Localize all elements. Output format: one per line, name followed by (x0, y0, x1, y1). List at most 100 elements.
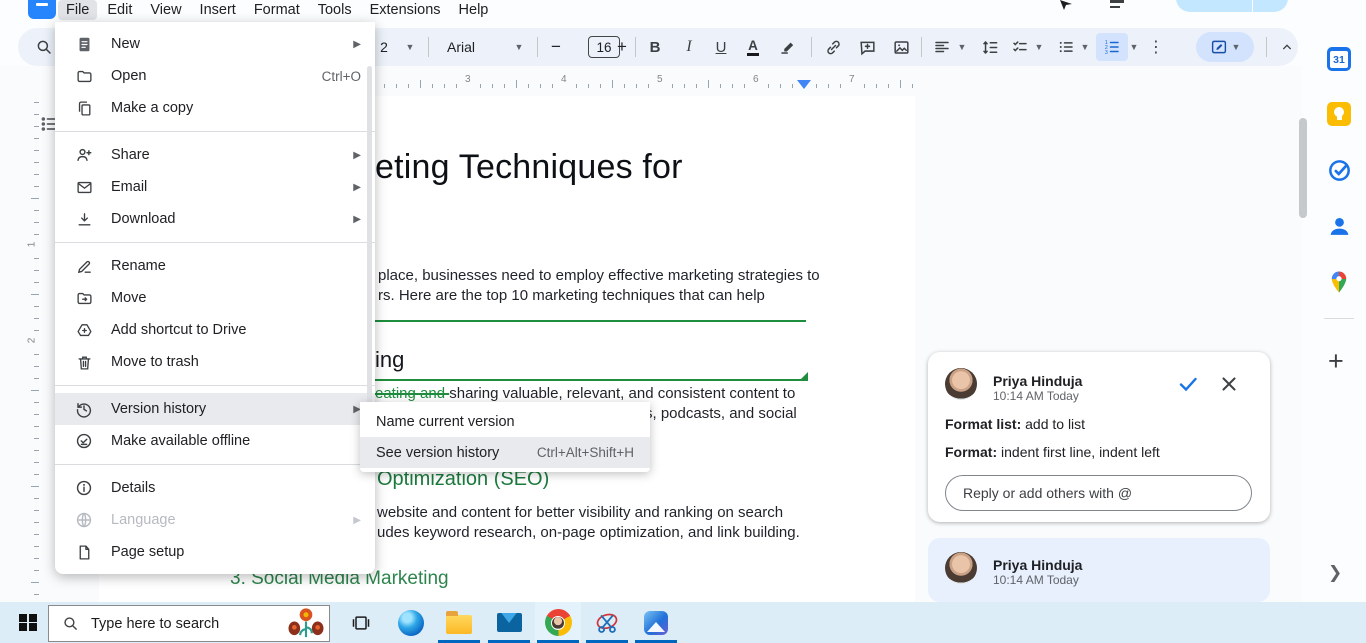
decrease-font-icon[interactable]: − (546, 28, 566, 66)
maps-icon[interactable] (1326, 269, 1352, 295)
menu-help[interactable]: Help (451, 0, 497, 20)
resolve-check-icon[interactable] (1176, 372, 1200, 396)
share-button[interactable] (1176, 0, 1288, 12)
menu-edit[interactable]: Edit (99, 0, 140, 20)
calendar-icon[interactable]: 31 (1326, 46, 1352, 72)
photos-icon[interactable] (633, 602, 679, 643)
version-history-icon (75, 400, 93, 418)
doc-heading1[interactable]: ing (375, 347, 404, 373)
bullet-list-icon[interactable] (1054, 28, 1078, 66)
font-select[interactable]: Arial (447, 28, 487, 66)
menu-bar: File Edit View Insert Format Tools Exten… (58, 0, 496, 20)
comment-card[interactable]: Priya Hinduja 10:14 AM Today (928, 538, 1270, 602)
numbered-list-icon[interactable]: 123 (1100, 28, 1124, 66)
clock-history-icon[interactable] (1110, 0, 1124, 11)
italic-icon[interactable]: I (678, 28, 700, 66)
more-icon[interactable]: ⋮ (1148, 28, 1164, 66)
menu-item-rename[interactable]: Rename (55, 250, 375, 282)
person-add-icon (75, 146, 93, 164)
highlight-icon[interactable] (776, 28, 800, 66)
file-explorer-icon[interactable] (436, 602, 482, 643)
edge-icon[interactable] (388, 602, 434, 643)
docs-logo-icon[interactable] (28, 0, 56, 19)
contacts-icon[interactable] (1326, 213, 1352, 239)
increase-font-icon[interactable]: + (612, 28, 632, 66)
insert-image-icon[interactable] (888, 28, 914, 66)
link-icon[interactable] (820, 28, 846, 66)
checklist-icon[interactable] (1008, 28, 1032, 66)
chevron-down-icon[interactable]: ▼ (1079, 28, 1091, 66)
line-spacing-icon[interactable] (976, 28, 1002, 66)
menu-item-version-history[interactable]: Version history ▶ (55, 393, 375, 425)
bold-icon[interactable]: B (644, 28, 666, 66)
ruler-tick (540, 84, 541, 88)
add-comment-icon[interactable] (854, 28, 880, 66)
suggestion-border-line (375, 379, 806, 381)
editing-mode-button[interactable]: ▼ (1196, 32, 1254, 62)
doc-paragraph[interactable]: udes keyword research, on-page optimizat… (377, 523, 800, 543)
align-icon[interactable] (930, 28, 954, 66)
doc-paragraph[interactable]: eating and sharing valuable, relevant, a… (375, 384, 795, 404)
menu-file[interactable]: File (58, 0, 98, 20)
chevron-down-icon[interactable]: ▼ (1033, 28, 1045, 66)
ruler-tick (600, 84, 601, 88)
menu-item-details[interactable]: Details (55, 472, 375, 504)
doc-paragraph[interactable]: rs. Here are the top 10 marketing techni… (378, 286, 765, 306)
menu-item-new[interactable]: New ▶ (55, 28, 375, 60)
ruler-tick (34, 402, 39, 403)
menu-view[interactable]: View (142, 0, 189, 20)
screen: eting Techniques for place, businesses n… (0, 0, 1366, 643)
menu-item-share[interactable]: Share ▶ (55, 139, 375, 171)
ruler-tick (34, 594, 39, 595)
menu-item-make-a-copy[interactable]: Make a copy (55, 92, 375, 124)
indent-marker[interactable] (797, 80, 811, 89)
chevron-right-icon[interactable]: ❯ (1328, 563, 1342, 583)
start-button[interactable] (8, 602, 48, 643)
doc-paragraph[interactable]: place, businesses need to employ effecti… (378, 266, 820, 286)
close-icon[interactable] (1218, 373, 1240, 395)
menu-tools[interactable]: Tools (310, 0, 360, 20)
chevron-down-icon[interactable]: ▼ (1232, 42, 1241, 52)
suggestion-border-line (375, 320, 806, 322)
menu-item-make-available-offline[interactable]: Make available offline (55, 425, 375, 457)
comment-card[interactable]: Priya Hinduja 10:14 AM Today Format list… (928, 352, 1270, 522)
snipping-tool-icon[interactable] (584, 602, 630, 643)
svg-text:3: 3 (1105, 50, 1108, 56)
menu-item-open[interactable]: Open Ctrl+O (55, 60, 375, 92)
chevron-down-icon[interactable]: ▼ (1128, 28, 1140, 66)
menu-format[interactable]: Format (246, 0, 308, 20)
menu-item-move-to-trash[interactable]: Move to trash (55, 346, 375, 378)
drive-shortcut-icon (75, 321, 93, 339)
menu-item-add-shortcut-to-drive[interactable]: Add shortcut to Drive (55, 314, 375, 346)
menu-item-email[interactable]: Email ▶ (55, 171, 375, 203)
menu-item-move[interactable]: Move (55, 282, 375, 314)
reply-input[interactable]: Reply or add others with @ (945, 475, 1252, 511)
chevron-down-icon[interactable]: ▼ (513, 28, 525, 66)
mail-icon[interactable] (486, 602, 532, 643)
doc-title[interactable]: eting Techniques for (375, 148, 683, 187)
ruler-tick (34, 522, 39, 523)
doc-paragraph[interactable]: website and content for better visibilit… (377, 503, 783, 523)
document-scrollbar[interactable] (1299, 118, 1307, 218)
chevron-down-icon[interactable]: ▼ (404, 28, 416, 66)
task-view-button[interactable] (338, 602, 384, 643)
menu-item-page-setup[interactable]: Page setup (55, 536, 375, 568)
text-color-icon[interactable]: A (742, 28, 764, 66)
taskbar-search[interactable]: Type here to search (48, 605, 330, 642)
chrome-icon[interactable] (535, 602, 581, 643)
menu-item-download[interactable]: Download ▶ (55, 203, 375, 235)
add-addon-icon[interactable]: + (1328, 346, 1344, 377)
menu-insert[interactable]: Insert (192, 0, 244, 20)
menu-item-name-current-version[interactable]: Name current version (360, 406, 650, 437)
doc-paragraph[interactable]: s, podcasts, and social (645, 404, 797, 424)
search-icon[interactable] (32, 28, 56, 66)
menu-extensions[interactable]: Extensions (362, 0, 449, 20)
collapse-toolbar-icon[interactable] (1274, 28, 1300, 66)
menu-item-see-version-history[interactable]: See version history Ctrl+Alt+Shift+H (360, 437, 650, 468)
keep-icon[interactable] (1326, 101, 1352, 127)
underline-icon[interactable]: U (710, 28, 732, 66)
chevron-down-icon[interactable]: ▼ (956, 28, 968, 66)
ruler-number: 1 (26, 241, 38, 248)
tasks-icon[interactable] (1326, 157, 1352, 183)
paragraph-style-select[interactable]: 2 (374, 28, 394, 66)
